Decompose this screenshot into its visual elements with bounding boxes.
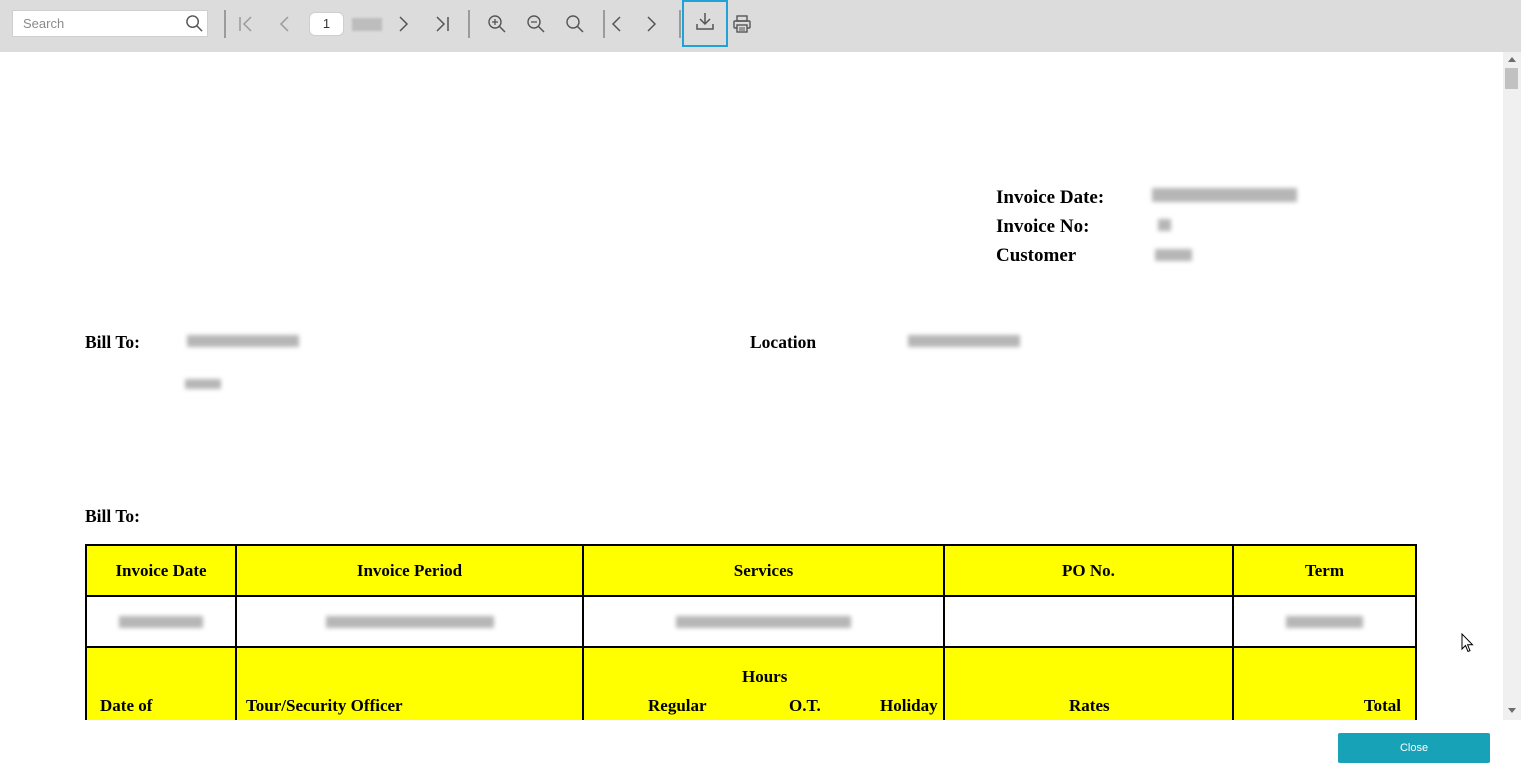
- header-tour-security-officer: Tour/Security Officer: [246, 696, 403, 715]
- back-icon[interactable]: [604, 11, 630, 37]
- invoice-no-value-redacted: [1158, 219, 1171, 231]
- invoice-no-label: Invoice No:: [996, 216, 1090, 237]
- location-label: Location: [750, 332, 817, 352]
- scrollbar-thumb[interactable]: [1505, 68, 1518, 89]
- header-date-of: Date of: [100, 696, 153, 715]
- table-row: [85, 595, 1417, 648]
- header-total: Total: [1363, 696, 1401, 715]
- search-icon[interactable]: [185, 14, 204, 33]
- customer-value-redacted: [1155, 249, 1192, 261]
- first-page-icon[interactable]: [233, 11, 259, 37]
- scroll-up-arrow-icon[interactable]: [1508, 57, 1516, 62]
- last-page-icon[interactable]: [429, 11, 455, 37]
- download-icon: [695, 11, 715, 36]
- search-box: [12, 10, 208, 37]
- header-po-no: PO No.: [943, 544, 1234, 597]
- header-term: Term: [1232, 544, 1417, 597]
- zoom-in-icon[interactable]: [484, 11, 510, 37]
- page-number-input[interactable]: 1: [309, 12, 344, 36]
- services-cell: [582, 595, 945, 648]
- header-invoice-period: Invoice Period: [235, 544, 584, 597]
- customer-label: Customer: [996, 245, 1077, 266]
- toolbar-divider: [468, 10, 470, 38]
- toolbar-divider: [679, 10, 681, 38]
- forward-icon[interactable]: [638, 11, 664, 37]
- close-button[interactable]: Close: [1338, 733, 1490, 763]
- table-header-row-2: Date of Tour/Security Officer Hours Regu…: [85, 646, 1417, 720]
- bill-to-line2-redacted: [185, 379, 221, 389]
- header-ot: O.T.: [789, 696, 821, 715]
- next-page-icon[interactable]: [390, 11, 416, 37]
- po-no-cell: [943, 595, 1234, 648]
- zoom-out-icon[interactable]: [523, 11, 549, 37]
- mouse-cursor-icon: [1461, 633, 1474, 653]
- header-services: Services: [582, 544, 945, 597]
- table-header-row: Invoice Date Invoice Period Services PO …: [85, 544, 1417, 597]
- location-value-redacted: [908, 335, 1020, 347]
- viewer-toolbar: 1: [0, 0, 1521, 52]
- zoom-fit-icon[interactable]: [562, 11, 588, 37]
- previous-page-icon[interactable]: [272, 11, 298, 37]
- header-hours-cell: Hours Regular O.T. Holiday: [582, 646, 945, 720]
- invoice-date-value-redacted: [1152, 188, 1297, 202]
- header-officer-cell: Tour/Security Officer: [235, 646, 584, 720]
- term-cell: [1232, 595, 1417, 648]
- toolbar-divider: [224, 10, 226, 38]
- bill-to-label-2: Bill To:: [85, 506, 140, 526]
- search-input[interactable]: [13, 11, 191, 36]
- bill-to-value-redacted: [187, 335, 299, 347]
- invoice-period-cell: [235, 595, 584, 648]
- header-invoice-date: Invoice Date: [85, 544, 237, 597]
- print-icon[interactable]: [729, 11, 755, 37]
- header-total-cell: Total: [1232, 646, 1417, 720]
- page-count: [352, 18, 382, 31]
- scroll-down-arrow-icon[interactable]: [1508, 708, 1516, 713]
- invoice-date-cell: [85, 595, 237, 648]
- header-date-of-cell: Date of: [85, 646, 237, 720]
- header-rates: Rates: [1069, 696, 1110, 715]
- header-hours: Hours: [742, 667, 788, 686]
- bill-to-label: Bill To:: [85, 332, 140, 352]
- header-rates-cell: Rates: [943, 646, 1234, 720]
- invoice-date-label: Invoice Date:: [996, 187, 1105, 208]
- invoice-table: Invoice Date Invoice Period Services PO …: [85, 544, 1417, 720]
- download-button[interactable]: [682, 0, 728, 47]
- invoice-document: Invoice Date: Invoice No: Customer Bill …: [0, 52, 1503, 720]
- header-holiday: Holiday: [880, 696, 938, 715]
- header-regular: Regular: [648, 696, 707, 715]
- vertical-scrollbar[interactable]: [1503, 52, 1521, 720]
